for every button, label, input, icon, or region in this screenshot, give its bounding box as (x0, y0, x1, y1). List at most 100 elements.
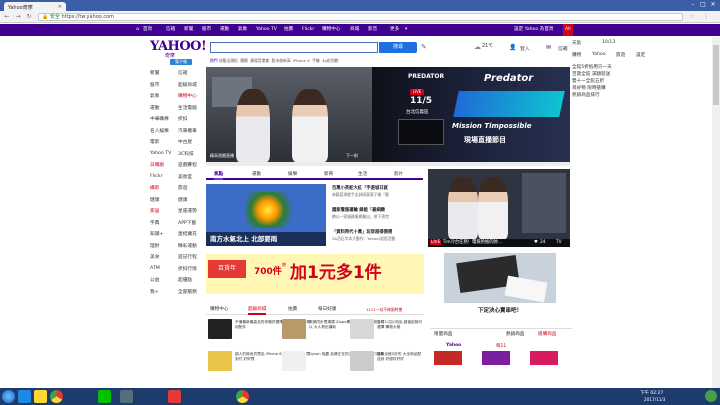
trend-item[interactable]: 成龍出頭銜 (219, 58, 238, 63)
maximize-icon[interactable]: □ (698, 1, 708, 9)
topnav-item-video[interactable]: 影音 (368, 24, 377, 36)
mail-link[interactable]: 信箱 (558, 45, 568, 52)
left-nav-item[interactable]: 遊戲賽程 (178, 162, 197, 168)
left-nav-item[interactable]: 連結擴充 (178, 231, 197, 237)
left-nav-item[interactable]: 中華職棒 (150, 116, 169, 122)
app-icon[interactable] (120, 390, 133, 403)
tab-daily[interactable]: 每日好康 (318, 305, 336, 315)
set-homepage-link[interactable]: 設定 Yahoo 為首頁 (514, 24, 553, 36)
url-input[interactable]: 🔒 安全 https://tw.yahoo.com (38, 13, 683, 21)
video-card[interactable] (428, 169, 570, 247)
start-button-icon[interactable] (2, 390, 15, 403)
pen-icon[interactable]: ✎ (421, 43, 427, 51)
trend-item[interactable]: 廣場音樂會 (250, 58, 269, 63)
minimize-icon[interactable]: – (688, 1, 698, 9)
reload-icon[interactable]: ↻ (25, 13, 33, 21)
right-link[interactable]: 設定 (636, 52, 645, 58)
browser-tab[interactable]: Yahoo奇摩 ✕ (4, 2, 66, 11)
lang-selector[interactable]: All (563, 24, 573, 36)
menu-icon[interactable]: ⋮ (702, 13, 710, 21)
shoe-thumb[interactable] (434, 351, 462, 365)
shop-extra-link[interactable]: 1111一站不夠限時搶 (366, 305, 402, 315)
notification-icon[interactable] (705, 390, 717, 402)
newsletter-badge[interactable]: 電子報 (170, 59, 192, 65)
promo-banner[interactable]: 百貨年 700件 搶 加1元多1件 (206, 254, 424, 294)
left-nav-item[interactable]: 公益 (150, 277, 159, 283)
signin-link[interactable]: 登入 (520, 45, 530, 52)
left-nav-item[interactable]: 字典 (150, 220, 159, 226)
right-list-item[interactable]: 熱銷商品排行 (572, 92, 600, 98)
right-list-item[interactable]: 尋好物 限時搶購 (572, 85, 606, 91)
tab-video[interactable]: 影片 (394, 170, 403, 180)
left-nav-item[interactable]: ATM (150, 266, 160, 271)
news-headline[interactable]: 百萬小英蛇大紅「手遊城日就 (332, 185, 424, 191)
left-nav-item[interactable]: 日職劇 (150, 162, 164, 168)
trend-item[interactable]: 股市創新高 (272, 58, 291, 63)
topnav-item-mall[interactable]: 商城 (350, 24, 359, 36)
news-weather-map[interactable]: 南方水氣北上 北部要雨 (206, 184, 326, 246)
left-nav-item[interactable]: 美妝室 (178, 174, 192, 180)
video-caption[interactable]: Tim冷台任務！電競熱推的帥… (443, 240, 502, 245)
topnav-item-weather[interactable]: 氣象 (238, 24, 247, 36)
bag-thumb[interactable] (530, 351, 558, 365)
yahoo-logo[interactable]: YAHOO! (150, 39, 207, 54)
close-window-icon[interactable]: ✕ (708, 1, 718, 9)
chrome-icon[interactable] (50, 390, 63, 403)
left-nav-item[interactable]: 新聞 (150, 70, 159, 76)
right-list-item[interactable]: 雙十一全館五折 (572, 78, 604, 84)
tab-entertainment[interactable]: 娛樂 (288, 170, 297, 180)
chrome-icon[interactable] (236, 390, 249, 403)
news-headline[interactable]: 國家看服運輸 綠能「最細緻 (332, 207, 424, 213)
left-nav-item[interactable]: 生活電腦 (178, 105, 197, 111)
trend-item[interactable]: 手機 (312, 58, 320, 63)
right-link[interactable]: 旅遊 (616, 52, 625, 58)
left-nav-item[interactable]: 超級商城 (178, 82, 197, 88)
shop-item[interactable]: 週年全館5折的 大全商品配送到 好優好好好 (350, 351, 424, 371)
app-icon[interactable] (168, 390, 181, 403)
trend-item[interactable]: iPhone X (293, 58, 310, 63)
left-nav-item[interactable]: 信箱 (178, 70, 187, 76)
search-input[interactable] (210, 42, 378, 53)
scrollbar-thumb[interactable] (713, 45, 719, 105)
left-nav-item[interactable]: 攝影 (150, 185, 159, 191)
shop-item[interactable]: 百貨11加1特品 超值促銷可選擇 購物大獎 (350, 319, 424, 339)
topnav-item-more[interactable]: 更多 (390, 24, 399, 36)
right-link[interactable]: 購物 (572, 52, 581, 58)
left-nav-item[interactable]: 運動 (150, 105, 159, 111)
home-icon[interactable]: ⌂ (136, 24, 139, 36)
left-nav-item[interactable]: 旅遊 (178, 185, 187, 191)
topnav-item-mail[interactable]: 信箱 (166, 24, 175, 36)
left-nav-item[interactable]: 理財 (150, 243, 159, 249)
ie-icon[interactable] (18, 390, 31, 403)
left-nav-item[interactable]: 健康 (178, 197, 187, 203)
tab-auction[interactable]: 拍賣 (288, 305, 297, 315)
left-nav-item[interactable]: 全部服務 (178, 289, 197, 295)
tab-life[interactable]: 生活 (358, 170, 367, 180)
tab-sports[interactable]: 運動 (252, 170, 261, 180)
right-link[interactable]: Yahoo (592, 52, 606, 57)
left-nav-item[interactable]: 股市 (150, 82, 159, 88)
left-nav-item[interactable]: 購物中心 (178, 93, 197, 99)
left-nav-item[interactable]: Yahoo TV (150, 151, 171, 156)
hero-next[interactable]: 下一則 (346, 153, 358, 159)
close-tab-icon[interactable]: ✕ (58, 4, 62, 10)
back-icon[interactable]: ← (3, 13, 11, 21)
trend-item[interactable]: 羅爾 (240, 58, 248, 63)
left-nav-item[interactable]: 健康 (150, 197, 159, 203)
topnav-item-news[interactable]: 新聞 (184, 24, 193, 36)
right-list-item[interactable]: 全館5折抵用只一天 (572, 64, 612, 70)
mail-icon[interactable]: ✉ (546, 44, 551, 51)
topnav-item-flickr[interactable]: Flickr (302, 24, 314, 36)
left-nav-item[interactable]: Flickr (150, 174, 163, 179)
left-nav-item[interactable]: 家居 (150, 208, 159, 214)
topnav-item-auction[interactable]: 拍賣 (284, 24, 293, 36)
left-nav-item[interactable]: 氣象 (150, 93, 159, 99)
topnav-item-shopping[interactable]: 購物中心 (322, 24, 340, 36)
left-nav-item[interactable]: APP下載 (178, 220, 196, 226)
left-nav-item[interactable]: 美食 (150, 254, 159, 260)
left-nav-item[interactable]: 我+ (150, 289, 159, 295)
left-nav-item[interactable]: 汽車機車 (178, 128, 197, 134)
folder-icon[interactable] (34, 390, 47, 403)
right-list-item[interactable]: 百貨全館 滿額就送 (572, 71, 610, 77)
left-nav-item[interactable]: 遊記行程 (178, 254, 197, 260)
